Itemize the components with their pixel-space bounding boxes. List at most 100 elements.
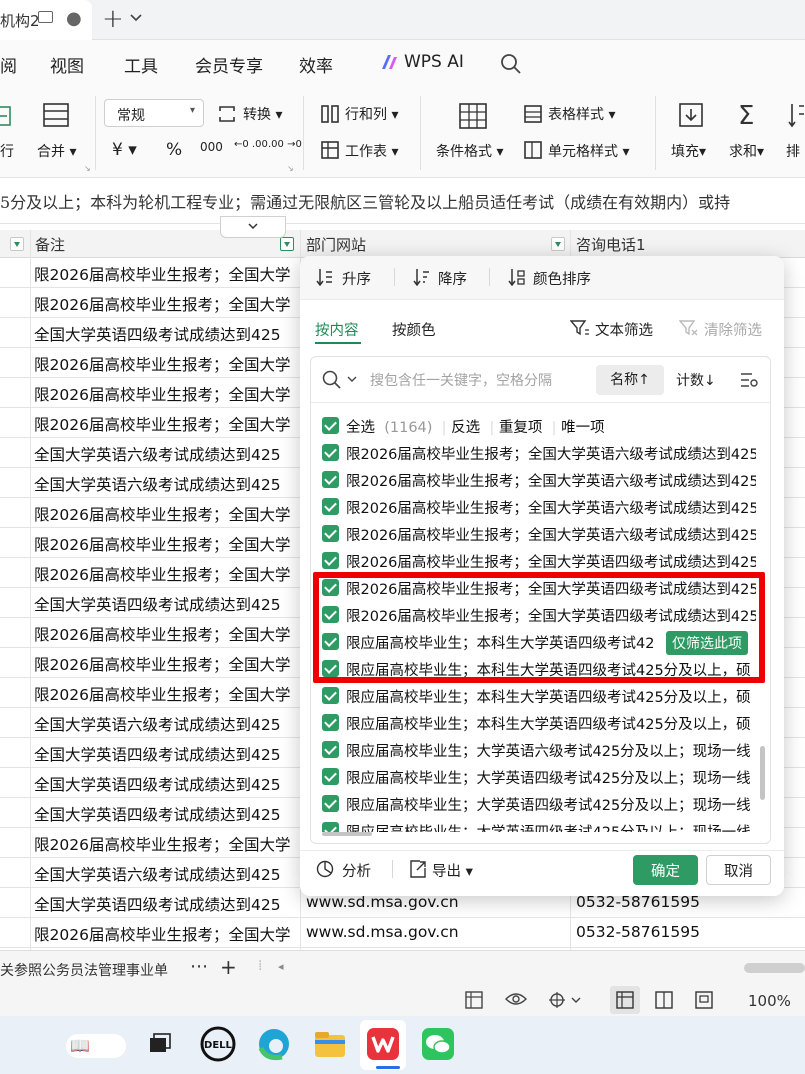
tab-by-color[interactable]: 按颜色 bbox=[392, 319, 436, 340]
more-sheets-button[interactable]: ⋯ bbox=[190, 956, 208, 977]
dialog-launcher-icon[interactable]: ↘ bbox=[287, 164, 294, 173]
remark-cell[interactable]: 限2026届高校毕业生报考；全国大学 bbox=[34, 413, 300, 435]
filter-list-item[interactable]: 限2026届高校毕业生报考；全国大学英语四级考试成绩达到425分及以上 bbox=[322, 548, 756, 575]
cancel-button[interactable]: 取消 bbox=[706, 855, 771, 885]
merge-button[interactable]: 合并 ▾ bbox=[37, 141, 76, 161]
sort-icon[interactable] bbox=[788, 102, 805, 132]
calculator-icon[interactable] bbox=[465, 991, 485, 1013]
remark-cell[interactable]: 限2026届高校毕业生报考；全国大学 bbox=[34, 293, 300, 315]
worksheet-button[interactable]: 工作表 ▾ bbox=[345, 141, 398, 161]
menu-review[interactable]: 阅 bbox=[0, 52, 17, 77]
menu-wps-ai[interactable]: WPS AI bbox=[404, 52, 464, 72]
dialog-launcher-icon[interactable]: ↘ bbox=[84, 164, 91, 173]
cell-style-icon[interactable] bbox=[523, 140, 543, 164]
phone-cell[interactable]: 0532-58761595 bbox=[576, 923, 700, 941]
item-checkbox[interactable] bbox=[322, 687, 339, 704]
search-icon[interactable] bbox=[500, 53, 522, 79]
item-checkbox[interactable] bbox=[322, 471, 339, 488]
task-view-icon[interactable] bbox=[146, 1030, 174, 1058]
analyze-button[interactable]: 分析 bbox=[342, 860, 371, 881]
filter-search-input[interactable] bbox=[370, 368, 590, 394]
formula-content[interactable]: 5分及以上；本科为轮机工程专业；需通过无限航区三管轮及以上船员适任考试（成绩在有… bbox=[0, 189, 730, 213]
sort-descending-button[interactable]: 降序 bbox=[438, 268, 467, 289]
scroll-left-icon[interactable]: ◂ bbox=[278, 960, 284, 973]
item-checkbox[interactable] bbox=[322, 714, 339, 731]
filter-list-item[interactable]: 限2026届高校毕业生报考；全国大学英语六级考试成绩达到425分及以上 bbox=[322, 440, 756, 467]
filter-dropdown-button[interactable] bbox=[551, 237, 565, 251]
table-row[interactable]: 限2026届高校毕业生报考；全国大学 www.sd.msa.gov.cn 0532-… bbox=[0, 918, 805, 948]
column-header-remark[interactable]: 备注 bbox=[35, 234, 65, 255]
close-tab-icon[interactable]: ● bbox=[66, 8, 82, 29]
horizontal-scrollbar[interactable] bbox=[744, 963, 805, 973]
filter-list-item[interactable]: 限应届高校毕业生；大学英语四级考试425分及以上；现场一线 bbox=[322, 791, 756, 818]
website-cell[interactable]: www.sd.msa.gov.cn bbox=[306, 923, 570, 941]
sort-descending-icon[interactable] bbox=[413, 268, 431, 290]
conditional-format-icon[interactable] bbox=[458, 102, 488, 134]
invert-selection-button[interactable]: 反选 bbox=[451, 420, 480, 436]
filter-list-item[interactable]: 限2026届高校毕业生报考；全国大学英语六级考试成绩达到425分及以上 bbox=[322, 467, 756, 494]
item-checkbox[interactable] bbox=[322, 795, 339, 812]
export-button[interactable]: 导出 ▾ bbox=[432, 860, 473, 881]
list-horizontal-scrollbar[interactable] bbox=[322, 832, 372, 836]
wechat-icon[interactable] bbox=[420, 1026, 456, 1062]
select-all-checkbox[interactable] bbox=[322, 417, 339, 434]
sort-by-name-button[interactable]: 名称↑ bbox=[596, 365, 664, 395]
remark-cell[interactable]: 限2026届高校毕业生报考；全国大学 bbox=[34, 683, 300, 705]
select-all-row[interactable]: 全选 (1164) | 反选 | 重复项 | 唯一项 bbox=[322, 413, 756, 440]
menu-view[interactable]: 视图 bbox=[50, 52, 84, 77]
menu-member[interactable]: 会员专享 bbox=[195, 52, 263, 77]
remark-cell[interactable]: 限2026届高校毕业生报考；全国大学 bbox=[34, 383, 300, 405]
increase-decimal-button[interactable]: ←0 .00 bbox=[234, 140, 268, 150]
item-checkbox[interactable] bbox=[322, 822, 339, 832]
export-icon[interactable] bbox=[409, 860, 427, 882]
filter-list-item[interactable]: 限应届高校毕业生；本科生大学英语四级考试425分及以上，硕 bbox=[322, 710, 756, 737]
convert-button[interactable]: 转换 ▾ bbox=[243, 104, 282, 124]
tab-by-content[interactable]: 按内容 bbox=[315, 319, 359, 340]
item-checkbox[interactable] bbox=[322, 525, 339, 542]
analyze-icon[interactable] bbox=[316, 860, 334, 882]
remark-cell[interactable]: 限2026届高校毕业生报考；全国大学 bbox=[34, 263, 300, 285]
remark-cell[interactable]: 全国大学英语六级考试成绩达到425 bbox=[34, 473, 300, 495]
menu-efficiency[interactable]: 效率 bbox=[299, 52, 333, 77]
sort-ascending-button[interactable]: 升序 bbox=[342, 268, 371, 289]
sort-by-count-button[interactable]: 计数↓ bbox=[676, 370, 716, 390]
table-style-icon[interactable] bbox=[523, 104, 543, 128]
sort-ascending-icon[interactable] bbox=[316, 268, 334, 290]
item-checkbox[interactable] bbox=[322, 741, 339, 758]
filter-list-item[interactable]: 限应届高校毕业生；大学英语四级考试425分及以上；现场一线 bbox=[322, 764, 756, 791]
remark-cell[interactable]: 全国大学英语四级考试成绩达到425 bbox=[34, 593, 300, 615]
zoom-level[interactable]: 100% bbox=[748, 992, 791, 1010]
eye-protection-icon[interactable] bbox=[505, 991, 527, 1011]
menu-tools[interactable]: 工具 bbox=[124, 52, 158, 77]
row-label[interactable]: 行 bbox=[0, 141, 14, 161]
thousands-button[interactable]: 000 bbox=[200, 140, 223, 154]
row-height-icon[interactable] bbox=[0, 104, 14, 132]
number-format-select[interactable]: 常规 ▾ bbox=[104, 99, 204, 127]
list-settings-icon[interactable] bbox=[740, 371, 760, 393]
list-vertical-scrollbar[interactable] bbox=[760, 746, 765, 800]
add-sheet-button[interactable]: + bbox=[220, 955, 237, 979]
remark-cell[interactable]: 限2026届高校毕业生报考；全国大学 bbox=[34, 503, 300, 525]
conditional-format-button[interactable]: 条件格式 ▾ bbox=[436, 141, 503, 161]
filter-dropdown-button-active[interactable] bbox=[280, 237, 294, 251]
document-tab[interactable]: 机构2 ● bbox=[0, 0, 92, 40]
merge-cells-icon[interactable] bbox=[42, 102, 70, 132]
remark-cell[interactable]: 全国大学英语四级考试成绩达到425 bbox=[34, 773, 300, 795]
remark-cell[interactable]: 限2026届高校毕业生报考；全国大学 bbox=[34, 623, 300, 645]
fill-icon[interactable] bbox=[678, 102, 704, 132]
remark-cell[interactable]: 限2026届高校毕业生报考；全国大学 bbox=[34, 353, 300, 375]
remark-cell[interactable]: 全国大学英语六级考试成绩达到425 bbox=[34, 713, 300, 735]
sum-button[interactable]: 求和▾ bbox=[729, 141, 764, 161]
filter-dropdown-button[interactable] bbox=[10, 237, 24, 251]
sort-label[interactable]: 排 bbox=[786, 141, 800, 161]
text-filter-icon[interactable] bbox=[569, 319, 590, 341]
page-break-icon[interactable] bbox=[695, 991, 713, 1013]
file-explorer-icon[interactable] bbox=[312, 1026, 348, 1062]
worksheet-icon[interactable] bbox=[320, 140, 340, 164]
remark-cell[interactable]: 限2026届高校毕业生报考；全国大学 bbox=[34, 923, 300, 945]
filter-list-item[interactable]: 限应届高校毕业生；大学英语四级考试425分及以上；现场一线 bbox=[322, 818, 756, 832]
filter-list-item[interactable]: 限应届高校毕业生；大学英语六级考试425分及以上；现场一线 bbox=[322, 737, 756, 764]
percent-button[interactable]: % bbox=[166, 140, 182, 160]
remark-cell[interactable]: 全国大学英语六级考试成绩达到425 bbox=[34, 443, 300, 465]
dell-icon[interactable]: DELL bbox=[200, 1026, 236, 1062]
